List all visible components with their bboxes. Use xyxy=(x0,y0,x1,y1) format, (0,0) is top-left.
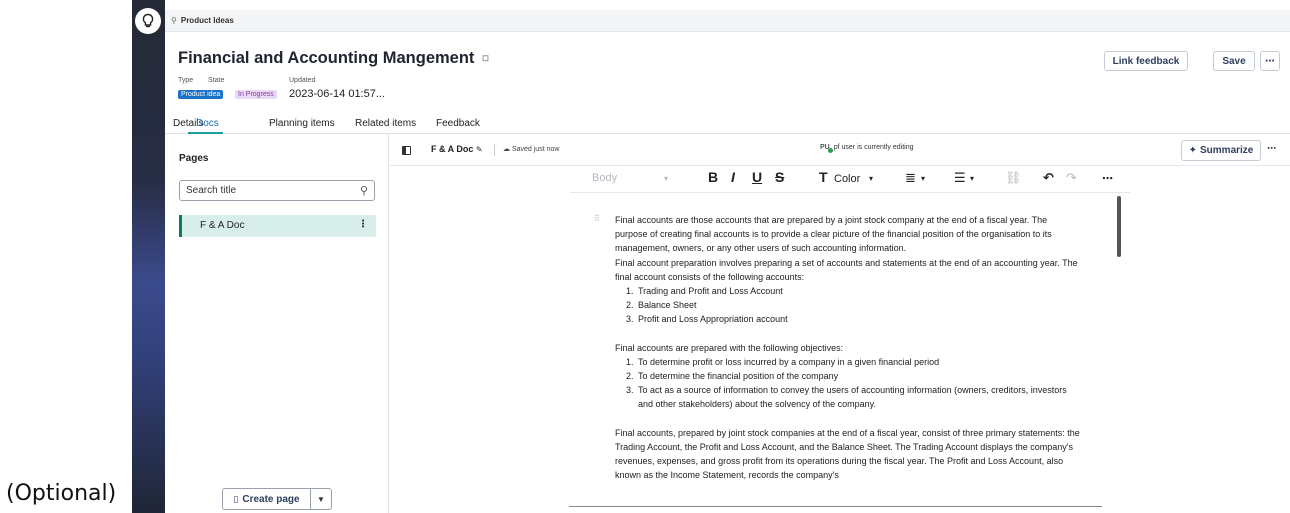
chevron-down-icon[interactable]: ▾ xyxy=(970,174,974,183)
scrollbar[interactable] xyxy=(1117,196,1121,257)
drag-handle-icon[interactable]: ⠿ xyxy=(594,214,600,223)
lightbulb-icon[interactable] xyxy=(135,8,161,34)
document-icon: ▯ xyxy=(233,493,239,504)
page-item-label: F & A Doc xyxy=(200,220,245,231)
accounts-list: Trading and Profit and Loss Account Bala… xyxy=(615,284,1080,327)
doc-header: F & A Doc ✎ ☁ Saved just now PU pf user … xyxy=(390,134,1290,166)
state-label: State xyxy=(208,77,225,84)
list-item: Profit and Loss Appropriation account xyxy=(636,312,1080,326)
tag-icon[interactable]: ⬦ xyxy=(479,51,494,66)
updated-label: Updated xyxy=(289,77,316,84)
type-badge[interactable]: Product idea xyxy=(178,90,224,99)
bold-button[interactable]: B xyxy=(708,169,718,185)
list-item: Trading and Profit and Loss Account xyxy=(636,284,1080,298)
chevron-down-icon[interactable]: ▾ xyxy=(664,174,668,183)
paragraph: Final accounts are prepared with the fol… xyxy=(615,342,844,353)
list-item: To act as a source of information to con… xyxy=(636,383,1080,411)
outer-caption: (Optional) xyxy=(6,481,117,506)
link-icon[interactable]: ⛓ xyxy=(1005,170,1022,186)
list-item: Balance Sheet xyxy=(636,298,1080,312)
summarize-label: Summarize xyxy=(1200,145,1254,156)
more-options-button[interactable]: ⋯ xyxy=(1260,51,1280,71)
app-rail xyxy=(132,0,165,513)
list-item: To determine profit or loss incurred by … xyxy=(636,355,1080,369)
pencil-icon[interactable]: ✎ xyxy=(476,145,483,154)
kebab-icon[interactable]: ⋮ xyxy=(358,219,368,230)
redo-icon[interactable]: ↷ xyxy=(1066,170,1077,186)
state-badge[interactable]: In Progress xyxy=(235,90,277,99)
summarize-button[interactable]: ✦ Summarize xyxy=(1181,140,1261,161)
list-item: To determine the financial position of t… xyxy=(636,369,1080,383)
underline-button[interactable]: U xyxy=(752,169,762,185)
create-page-label: Create page xyxy=(242,493,300,505)
align-icon[interactable]: ≣ xyxy=(905,170,916,186)
divider xyxy=(494,144,495,156)
link-feedback-button[interactable]: Link feedback xyxy=(1104,51,1188,71)
chevron-down-icon[interactable]: ▼ xyxy=(311,488,332,510)
toolbar-more-button[interactable]: ⋯ xyxy=(1102,172,1113,185)
breadcrumb-label[interactable]: Product Ideas xyxy=(181,16,234,25)
editor-toolbar: Body ▾ B I U S T Color ▾ ≣ ▾ ☰ ▾ ⛓ ↶ ↷ ⋯ xyxy=(570,167,1130,193)
save-status-text: Saved just now xyxy=(511,146,560,153)
create-page-control: ▯ Create page ▼ xyxy=(222,488,332,510)
search-icon[interactable]: ⚲ xyxy=(360,184,368,197)
breadcrumb: ⚲ Product Ideas xyxy=(165,10,1290,32)
italic-button[interactable]: I xyxy=(731,169,735,185)
undo-icon[interactable]: ↶ xyxy=(1043,170,1054,186)
tab-planning-items[interactable]: Planning items xyxy=(269,118,335,129)
paragraph: Final account preparation involves prepa… xyxy=(615,257,1078,282)
tab-related-items[interactable]: Related items xyxy=(355,118,416,129)
updated-value: 2023-06-14 01:57... xyxy=(289,88,386,100)
doc-name[interactable]: F & A Doc ✎ xyxy=(431,144,483,154)
color-glyph: T xyxy=(819,169,828,185)
list-icon[interactable]: ☰ xyxy=(954,170,966,186)
color-button[interactable]: Color xyxy=(834,173,860,185)
pages-panel: Pages Search title ⚲ F & A Doc ⋮ ▯ Creat… xyxy=(165,134,389,513)
save-button[interactable]: Save xyxy=(1213,51,1255,71)
collaborator-status: PU pf user is currently editing xyxy=(820,144,914,153)
pages-title: Pages xyxy=(179,153,209,164)
tab-feedback[interactable]: Feedback xyxy=(436,118,480,129)
paragraph: Final accounts, prepared by joint stock … xyxy=(615,427,1080,481)
page-title-text: Financial and Accounting Mangement xyxy=(178,49,475,67)
doc-name-text: F & A Doc xyxy=(431,144,474,154)
panel-toggle-icon[interactable] xyxy=(402,146,411,155)
create-page-button[interactable]: ▯ Create page xyxy=(222,488,311,510)
text-style-select[interactable]: Body xyxy=(592,172,617,184)
sparkle-icon: ✦ xyxy=(1188,145,1198,156)
save-status: ☁ Saved just now xyxy=(503,145,559,153)
app-main: ⚲ Product Ideas Financial and Accounting… xyxy=(165,0,1290,513)
type-label: Type xyxy=(178,77,194,84)
paragraph: Final accounts are those accounts that a… xyxy=(615,215,1052,254)
chevron-down-icon[interactable]: ▾ xyxy=(869,174,873,183)
page-list-item[interactable]: F & A Doc ⋮ xyxy=(179,215,376,237)
objectives-list: To determine profit or loss incurred by … xyxy=(615,355,1080,412)
strikethrough-button[interactable]: S xyxy=(775,169,784,185)
avatar[interactable]: PU xyxy=(820,144,833,153)
search-placeholder: Search title xyxy=(186,185,237,196)
chevron-down-icon[interactable]: ▾ xyxy=(921,174,925,183)
tab-bar: Details Docs Planning items Related item… xyxy=(165,117,1290,134)
cloud-icon: ☁ xyxy=(503,146,510,153)
divider xyxy=(569,506,1102,507)
pin-icon: ⚲ xyxy=(171,16,177,25)
doc-more-button[interactable]: ⋯ xyxy=(1267,143,1276,154)
tab-docs[interactable]: Docs xyxy=(196,118,219,129)
collaborator-status-text: pf user is currently editing xyxy=(833,144,914,151)
search-input[interactable]: Search title ⚲ xyxy=(179,180,375,201)
document-body[interactable]: Final accounts are those accounts that a… xyxy=(615,213,1080,482)
page-title: Financial and Accounting Mangement ⬦ xyxy=(178,49,493,68)
